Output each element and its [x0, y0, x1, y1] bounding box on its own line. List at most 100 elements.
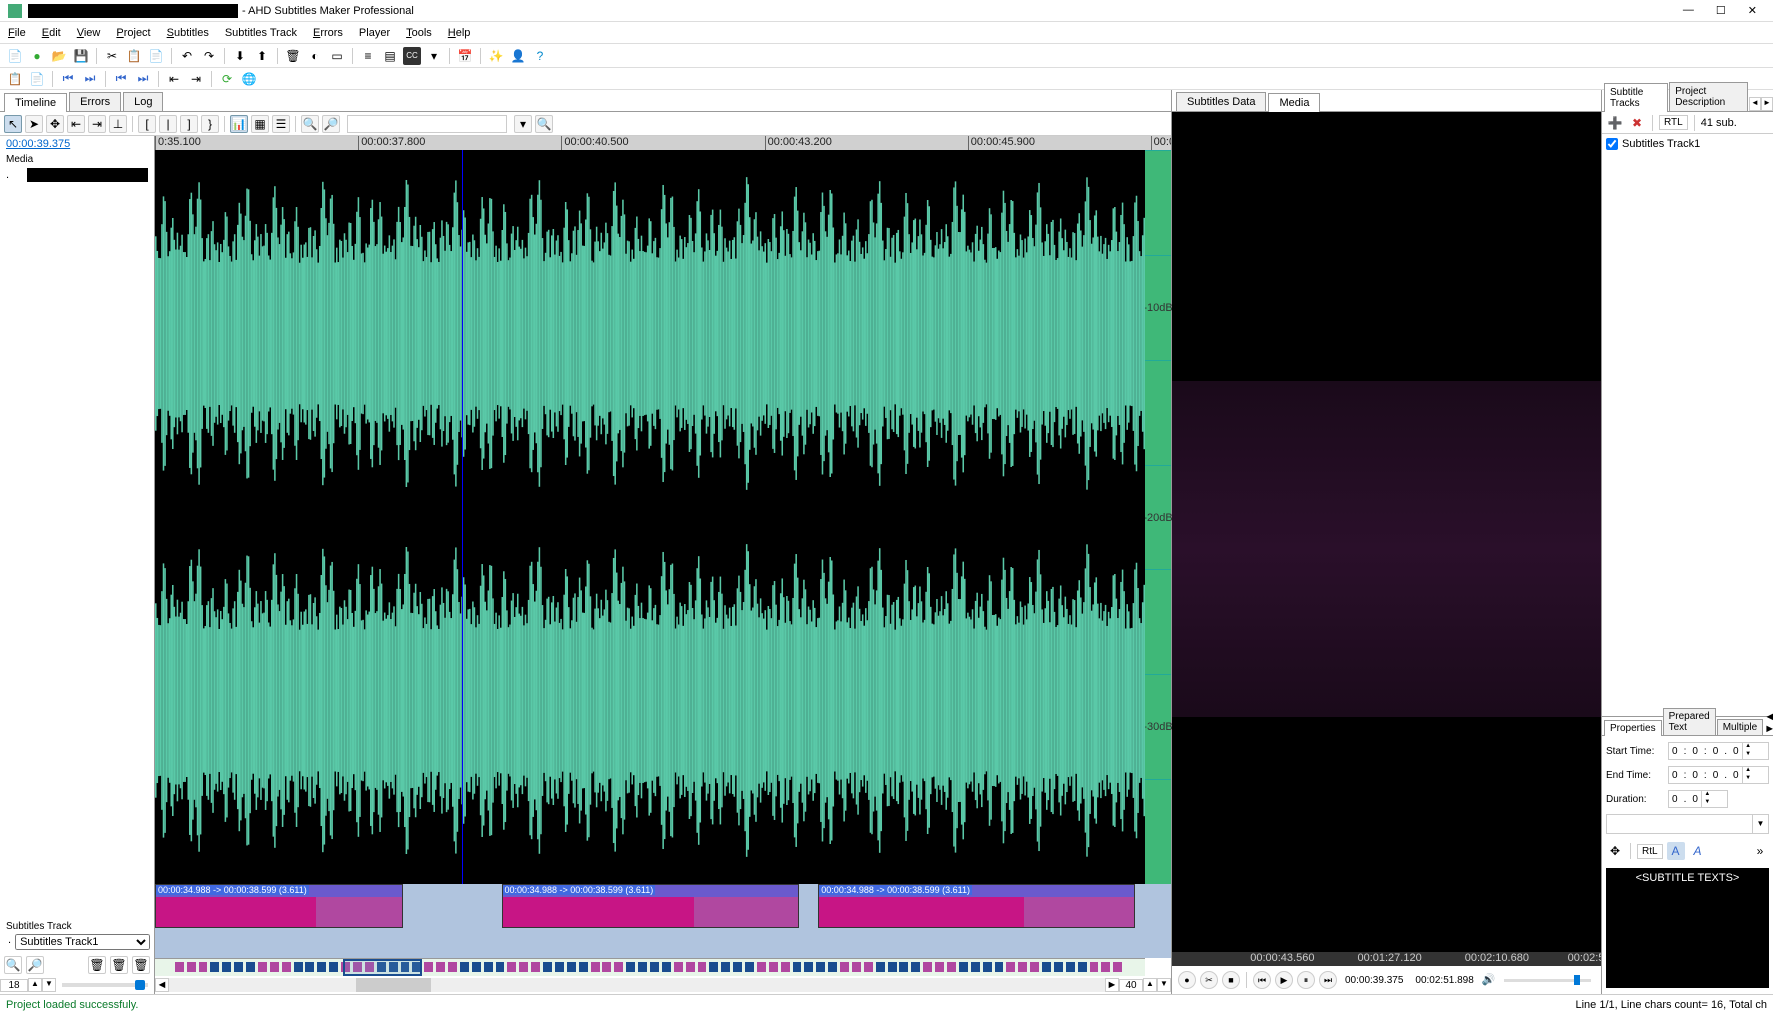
zoom-slider[interactable]	[62, 983, 148, 987]
search-dropdown-icon[interactable]: ▾	[514, 115, 532, 133]
tab-prepared-text[interactable]: Prepared Text	[1663, 708, 1716, 735]
rtl-button[interactable]: RtL	[1637, 844, 1663, 859]
grid-icon[interactable]: ▦	[251, 115, 269, 133]
list-icon[interactable]: ≡	[359, 47, 377, 65]
current-time-link[interactable]: 00:00:39.375	[0, 136, 154, 152]
subtitle-clip[interactable]: 00:00:34.988 -> 00:00:38.599 (3.611)	[502, 884, 799, 928]
tab-errors[interactable]: Errors	[69, 92, 121, 111]
record-icon[interactable]: ●	[1178, 971, 1196, 989]
tab-multiple[interactable]: Multiple	[1717, 719, 1763, 735]
minimap[interactable]	[155, 958, 1145, 976]
subtrack-select[interactable]: Subtitles Track1	[15, 934, 150, 950]
tab-media[interactable]: Media	[1268, 93, 1320, 112]
prev-icon[interactable]: ⏮	[112, 70, 130, 88]
player-ff-icon[interactable]: ⏭	[1319, 971, 1337, 989]
menu-project[interactable]: Project	[116, 27, 150, 39]
mark-clear-icon[interactable]: }	[201, 115, 219, 133]
italic-icon[interactable]: A	[1689, 842, 1707, 860]
menu-tools[interactable]: Tools	[406, 27, 432, 39]
menu-player[interactable]: Player	[359, 27, 390, 39]
chart-icon[interactable]: 📊	[230, 115, 248, 133]
dropdown-icon[interactable]: ▾	[425, 47, 443, 65]
player-rewind-icon[interactable]: ⏮	[1253, 971, 1271, 989]
step-fwd-icon[interactable]: ⇥	[187, 70, 205, 88]
ptabs-right-icon[interactable]: ►	[1764, 723, 1773, 735]
duration-input[interactable]: 0.0 ▲▼	[1668, 790, 1728, 808]
menu-edit[interactable]: Edit	[42, 27, 61, 39]
spin-up-icon[interactable]: ▲	[1743, 743, 1754, 751]
stop-icon[interactable]: ■	[1222, 971, 1240, 989]
globe-icon[interactable]: 🌐	[240, 70, 258, 88]
zoom-in-icon[interactable]: 🔍	[301, 115, 319, 133]
export-icon[interactable]: ⬆	[253, 47, 271, 65]
del1-icon[interactable]: 🗑	[88, 956, 106, 974]
anchor-icon[interactable]: ⊥	[109, 115, 127, 133]
more-icon[interactable]: »	[1751, 842, 1769, 860]
timeline-ruler[interactable]: 0:35.100 00:00:37.800 00:00:40.500 00:00…	[155, 136, 1171, 150]
zoomin2-icon[interactable]: 🔍	[4, 956, 22, 974]
add-style-icon[interactable]: ✥	[1606, 842, 1624, 860]
help-icon[interactable]: ?	[531, 47, 549, 65]
style-combo[interactable]: ▼	[1606, 814, 1769, 834]
minimap-selection[interactable]	[343, 959, 422, 976]
track-item[interactable]: Subtitles Track1	[1606, 138, 1769, 150]
new-icon[interactable]: 📄	[6, 47, 24, 65]
undo-icon[interactable]: ↶	[178, 47, 196, 65]
zoom-out-icon[interactable]: 🔎	[322, 115, 340, 133]
tab-properties[interactable]: Properties	[1604, 720, 1662, 736]
del2-icon[interactable]: 🗑	[110, 956, 128, 974]
font-icon[interactable]: A	[1667, 842, 1685, 860]
video-preview[interactable]	[1172, 112, 1601, 952]
end-time-input[interactable]: 0: 0: 0. 0 ▲▼	[1668, 766, 1769, 784]
refresh-icon[interactable]: ⟳	[218, 70, 236, 88]
subtitle-clip[interactable]: 00:00:34.988 -> 00:00:38.599 (3.611)	[155, 884, 403, 928]
menu-view[interactable]: View	[77, 27, 101, 39]
zoomout2-icon[interactable]: 🔎	[26, 956, 44, 974]
import-icon[interactable]: ⬇	[231, 47, 249, 65]
doc2-icon[interactable]: ▭	[328, 47, 346, 65]
wand-icon[interactable]: ✨	[487, 47, 505, 65]
rtl-toggle[interactable]: RTL	[1659, 115, 1688, 130]
hscroll-track[interactable]	[169, 978, 1105, 992]
chevron-down-icon[interactable]: ▼	[1752, 815, 1768, 833]
cc-icon[interactable]: CC	[403, 47, 421, 65]
track-checkbox[interactable]	[1606, 138, 1618, 150]
hscroll-left-icon[interactable]: ◄	[155, 978, 169, 992]
step-back-icon[interactable]: ⇤	[165, 70, 183, 88]
move-icon[interactable]: ✥	[46, 115, 64, 133]
count-dn-icon[interactable]: ▼	[1157, 978, 1171, 992]
del3-icon[interactable]: 🗑	[132, 956, 150, 974]
search-go-icon[interactable]: 🔍	[535, 115, 553, 133]
tabs-right-icon[interactable]: ►	[1761, 97, 1773, 111]
player-pause-icon[interactable]: ⏸	[1297, 971, 1315, 989]
hscroll-right-icon[interactable]: ►	[1105, 978, 1119, 992]
zoom-dn-icon[interactable]: ▼	[42, 978, 56, 992]
bracket-right-icon[interactable]: ⇥	[88, 115, 106, 133]
copy-icon[interactable]: 📋	[125, 47, 143, 65]
fforward-icon[interactable]: ⏭	[81, 70, 99, 88]
spin-up-icon[interactable]: ▲	[1702, 791, 1713, 799]
player-play-icon[interactable]: ▶	[1275, 971, 1293, 989]
delete-icon[interactable]: 🗑	[284, 47, 302, 65]
user-icon[interactable]: 👤	[509, 47, 527, 65]
clip-count[interactable]	[1119, 979, 1143, 992]
menu-file[interactable]: File	[8, 27, 26, 39]
rows-icon[interactable]: ▤	[381, 47, 399, 65]
paste2-icon[interactable]: 📄	[28, 70, 46, 88]
mark-c-icon[interactable]: |	[159, 115, 177, 133]
remove-track-icon[interactable]: ✖	[1628, 114, 1646, 132]
bracket-left-icon[interactable]: ⇤	[67, 115, 85, 133]
cut-clip-icon[interactable]: ✂	[1200, 971, 1218, 989]
tab-subtitles-data[interactable]: Subtitles Data	[1176, 92, 1266, 111]
tab-subtitle-tracks[interactable]: Subtitle Tracks	[1604, 83, 1668, 112]
menu-subtitles-track[interactable]: Subtitles Track	[225, 27, 297, 39]
calendar-icon[interactable]: 📅	[456, 47, 474, 65]
menu-subtitles[interactable]: Subtitles	[167, 27, 209, 39]
volume-slider[interactable]	[1504, 979, 1591, 982]
doc1-icon[interactable]: ◐	[306, 47, 324, 65]
volume-icon[interactable]: 🔊	[1482, 973, 1496, 987]
zoom-level-input[interactable]	[0, 979, 28, 992]
paste-icon[interactable]: 📄	[147, 47, 165, 65]
list2-icon[interactable]: ☰	[272, 115, 290, 133]
spin-dn-icon[interactable]: ▼	[1743, 775, 1754, 783]
